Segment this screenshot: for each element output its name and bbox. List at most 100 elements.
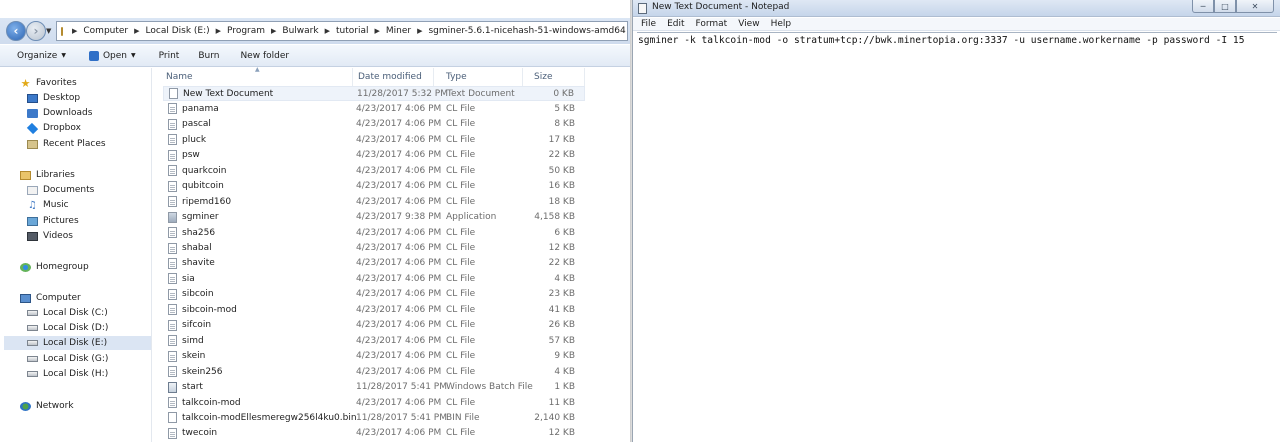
back-button[interactable]: ‹ xyxy=(6,21,26,41)
chevron-right-icon[interactable]: ▶ xyxy=(417,27,422,35)
file-row[interactable]: quarkcoin 4/23/2017 4:06 PM CL File 50 KB xyxy=(163,163,585,178)
forward-button[interactable]: › xyxy=(26,21,46,41)
breadcrumb-bulwark[interactable]: Bulwark xyxy=(282,26,318,36)
nav-libraries[interactable]: Libraries xyxy=(20,168,75,182)
file-date: 11/28/2017 5:41 PM xyxy=(356,412,447,423)
file-name: qubitcoin xyxy=(182,181,224,192)
file-name: talkcoin-mod xyxy=(182,397,241,408)
file-name-cell: talkcoin-modEllesmeregw256l4ku0.bin xyxy=(168,412,357,424)
file-row[interactable]: skein 4/23/2017 4:06 PM CL File 9 KB xyxy=(163,349,585,364)
open-button[interactable]: Open ▼ xyxy=(75,50,145,61)
breadcrumb-tutorial[interactable]: tutorial xyxy=(336,26,368,36)
nav-label: Desktop xyxy=(43,93,81,103)
file-date: 4/23/2017 9:38 PM xyxy=(356,212,442,223)
file-row[interactable]: sgminer 4/23/2017 9:38 PM Application 4,158… xyxy=(163,210,585,225)
column-header-date[interactable]: Date modified xyxy=(345,68,434,86)
file-row[interactable]: start 11/28/2017 5:41 PM Windows Batch Fil… xyxy=(163,380,585,395)
file-row[interactable]: talkcoin-mod 4/23/2017 4:06 PM CL File 11 K… xyxy=(163,395,585,410)
nav-drive-h[interactable]: Local Disk (H:) xyxy=(27,367,108,381)
file-size: 4 KB xyxy=(554,366,575,377)
nav-pictures[interactable]: Pictures xyxy=(27,214,79,228)
file-row[interactable]: ripemd160 4/23/2017 4:06 PM CL File 18 KB xyxy=(163,194,585,209)
chevron-right-icon[interactable]: ▶ xyxy=(271,27,276,35)
file-row[interactable]: sha256 4/23/2017 4:06 PM CL File 6 KB xyxy=(163,225,585,240)
nav-dropbox[interactable]: Dropbox xyxy=(26,121,81,135)
burn-button[interactable]: Burn xyxy=(188,51,228,61)
nav-network[interactable]: Network xyxy=(20,399,74,413)
nav-desktop[interactable]: Desktop xyxy=(27,91,80,105)
file-type: CL File xyxy=(446,304,476,315)
nav-music[interactable]: ♫ Music xyxy=(27,198,69,212)
file-row[interactable]: twecoin 4/23/2017 4:06 PM CL File 12 KB xyxy=(163,426,585,441)
nav-favorites[interactable]: ★ Favorites xyxy=(20,76,77,90)
maximize-button[interactable]: □ xyxy=(1214,0,1236,13)
libraries-icon xyxy=(20,170,31,180)
menu-help[interactable]: Help xyxy=(771,19,792,29)
chevron-right-icon[interactable]: ▶ xyxy=(325,27,330,35)
nav-drive-g[interactable]: Local Disk (G:) xyxy=(27,352,108,366)
breadcrumb-miner[interactable]: Miner xyxy=(386,26,411,36)
file-row[interactable]: sia 4/23/2017 4:06 PM CL File 4 KB xyxy=(163,271,585,286)
file-row[interactable]: panama 4/23/2017 4:06 PM CL File 5 KB xyxy=(163,101,585,116)
file-name-cell: sibcoin xyxy=(168,288,214,300)
nav-label: Dropbox xyxy=(43,123,81,133)
file-row[interactable]: sifcoin 4/23/2017 4:06 PM CL File 26 KB xyxy=(163,318,585,333)
file-name: start xyxy=(182,382,203,393)
print-button[interactable]: Print xyxy=(145,51,189,61)
menu-view[interactable]: View xyxy=(738,19,759,29)
file-row[interactable]: qubitcoin 4/23/2017 4:06 PM CL File 16 KB xyxy=(163,179,585,194)
file-row[interactable]: shabal 4/23/2017 4:06 PM CL File 12 KB xyxy=(163,241,585,256)
new-folder-button[interactable]: New folder xyxy=(228,51,298,61)
nav-computer[interactable]: Computer xyxy=(20,291,81,305)
file-size: 12 KB xyxy=(548,243,575,253)
chevron-right-icon[interactable]: ▶ xyxy=(374,27,379,35)
file-row[interactable]: pascal 4/23/2017 4:06 PM CL File 8 KB xyxy=(163,117,585,132)
menu-edit[interactable]: Edit xyxy=(667,19,684,29)
nav-drive-d[interactable]: Local Disk (D:) xyxy=(27,321,108,335)
file-size: 16 KB xyxy=(548,181,575,192)
file-row[interactable]: psw 4/23/2017 4:06 PM CL File 22 KB xyxy=(163,148,585,163)
nav-videos[interactable]: Videos xyxy=(27,229,73,243)
breadcrumb-program[interactable]: Program xyxy=(227,26,265,36)
videos-icon xyxy=(27,231,38,241)
column-header-name[interactable]: Name xyxy=(153,68,353,86)
file-row[interactable]: sibcoin 4/23/2017 4:06 PM CL File 23 KB xyxy=(163,287,585,302)
column-header-size[interactable]: Size xyxy=(523,68,585,86)
minimize-button[interactable]: ─ xyxy=(1192,0,1214,13)
nav-downloads[interactable]: Downloads xyxy=(27,106,92,120)
breadcrumb-local-disk-e[interactable]: Local Disk (E:) xyxy=(146,26,210,36)
close-button[interactable]: ✕ xyxy=(1236,0,1274,13)
music-icon: ♫ xyxy=(28,199,37,211)
breadcrumb-sgminer-folder[interactable]: sgminer-5.6.1-nicehash-51-windows-amd64 xyxy=(428,26,625,36)
column-header-type[interactable]: Type xyxy=(434,68,523,86)
nav-documents[interactable]: Documents xyxy=(27,183,94,197)
file-row[interactable]: sibcoin-mod 4/23/2017 4:06 PM CL File 41 KB xyxy=(163,302,585,317)
menu-format[interactable]: Format xyxy=(696,19,728,29)
nav-drive-c[interactable]: Local Disk (C:) xyxy=(27,306,108,320)
file-row[interactable]: simd 4/23/2017 4:06 PM CL File 57 KB xyxy=(163,333,585,348)
open-app-icon xyxy=(88,50,99,61)
nav-recent-places[interactable]: Recent Places xyxy=(27,137,106,151)
chevron-right-icon[interactable]: ▶ xyxy=(216,27,221,35)
chevron-right-icon[interactable]: ▶ xyxy=(72,27,77,35)
address-bar[interactable]: ▶ Computer ▶ Local Disk (E:) ▶ Program ▶… xyxy=(56,21,628,41)
file-name: sibcoin-mod xyxy=(182,304,237,315)
organize-button[interactable]: Organize ▼ xyxy=(0,51,75,61)
nav-label: Local Disk (H:) xyxy=(43,369,109,379)
notepad-text-area[interactable]: sgminer -k talkcoin-mod -o stratum+tcp:/… xyxy=(637,32,1277,440)
file-row[interactable]: skein256 4/23/2017 4:06 PM CL File 4 KB xyxy=(163,364,585,379)
file-row[interactable]: pluck 4/23/2017 4:06 PM CL File 17 KB xyxy=(163,132,585,147)
notepad-titlebar[interactable]: New Text Document - Notepad ─ □ ✕ xyxy=(633,0,1280,17)
chevron-right-icon[interactable]: ▶ xyxy=(134,27,139,35)
menu-file[interactable]: File xyxy=(641,19,656,29)
recent-pages-dropdown-icon[interactable]: ▼ xyxy=(46,27,51,35)
file-name-cell: shavite xyxy=(168,257,215,269)
file-name: New Text Document xyxy=(183,88,274,99)
file-row[interactable]: shavite 4/23/2017 4:06 PM CL File 22 KB xyxy=(163,256,585,271)
breadcrumb-computer[interactable]: Computer xyxy=(83,26,128,36)
file-row[interactable]: talkcoin-modEllesmeregw256l4ku0.bin 11/28… xyxy=(163,410,585,425)
file-row[interactable]: New Text Document 11/28/2017 5:32 PM Text … xyxy=(163,86,585,101)
nav-drive-e[interactable]: Local Disk (E:) xyxy=(4,336,151,350)
explorer-window: ‹ › ▼ ▶ Computer ▶ Local Disk (E:) ▶ Pro… xyxy=(0,0,632,442)
nav-homegroup[interactable]: Homegroup xyxy=(20,260,89,274)
